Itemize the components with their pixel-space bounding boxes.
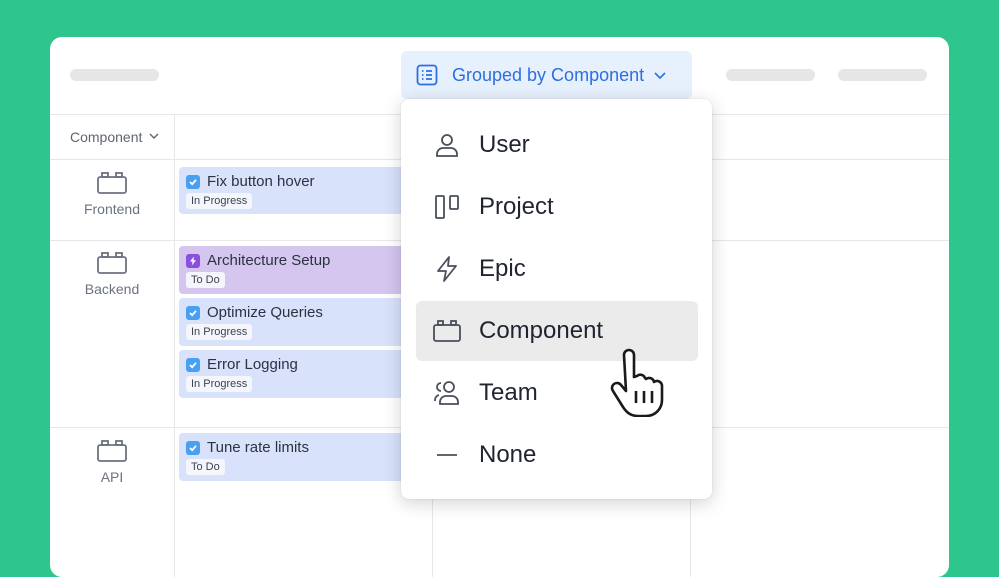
checkbox-icon [186,175,200,189]
menu-item-label: Project [479,193,554,220]
task-card[interactable]: Optimize Queries In Progress [179,298,409,346]
column-header-label: Component [70,129,143,145]
status-badge: To Do [186,459,225,475]
list-icon [415,63,439,87]
dash-icon [432,440,462,470]
menu-item-label: Component [479,317,604,344]
row-label-text: Frontend [83,201,141,217]
menu-item-label: Team [479,379,538,406]
row-label-frontend: Frontend [50,171,174,217]
component-column-header[interactable]: Component [70,129,160,145]
lightning-icon [186,254,200,268]
task-title: Fix button hover [207,173,315,190]
row-label-text: API [100,469,124,485]
task-card[interactable]: Tune rate limits To Do [179,433,409,481]
task-title: Tune rate limits [207,439,309,456]
task-title: Architecture Setup [207,252,331,269]
checkbox-icon [186,441,200,455]
menu-item-project[interactable]: Project [416,177,698,237]
checkbox-icon [186,358,200,372]
menu-item-label: User [479,131,530,158]
menu-item-epic[interactable]: Epic [416,239,698,299]
status-badge: In Progress [186,376,253,392]
toolbar-placeholder-right-2 [838,69,927,81]
status-badge: To Do [186,272,225,288]
status-badge: In Progress [186,324,253,340]
group-by-menu: User Project Epic Component Team None [401,99,712,499]
row-label-backend: Backend [50,251,174,297]
component-box-icon [97,252,127,274]
team-icon [432,378,462,408]
project-board-icon [432,192,462,222]
lightning-icon [432,254,462,284]
column-divider [174,114,175,577]
group-by-button[interactable]: Grouped by Component [401,51,692,99]
row-label-text: Backend [84,281,140,297]
status-badge: In Progress [186,193,253,209]
chevron-down-icon [652,67,668,83]
menu-item-label: None [479,441,537,468]
group-by-label: Grouped by Component [452,64,645,85]
row-label-api: API [50,439,174,485]
task-title: Optimize Queries [207,304,323,321]
toolbar-placeholder-right-1 [726,69,815,81]
chevron-down-icon [148,129,160,145]
component-box-icon [97,440,127,462]
toolbar-placeholder-left [70,69,159,81]
menu-item-label: Epic [479,255,526,282]
checkbox-icon [186,306,200,320]
epic-card[interactable]: Architecture Setup To Do [179,246,409,294]
task-title: Error Logging [207,356,298,373]
menu-item-none[interactable]: None [416,425,698,485]
task-card[interactable]: Fix button hover In Progress [179,167,409,214]
component-box-icon [432,316,462,346]
hand-pointer-icon [606,347,666,422]
component-box-icon [97,172,127,194]
menu-item-user[interactable]: User [416,115,698,175]
task-card[interactable]: Error Logging In Progress [179,350,409,398]
user-icon [432,130,462,160]
